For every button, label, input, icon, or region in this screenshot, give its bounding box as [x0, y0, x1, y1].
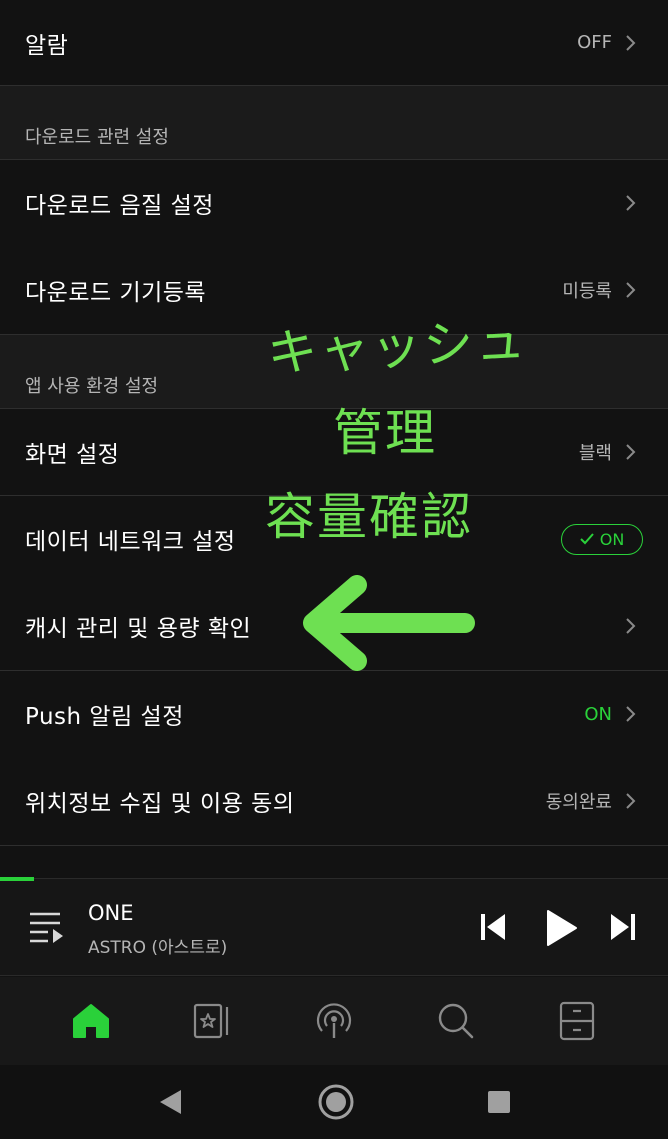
- download-device-value: 미등록: [562, 281, 612, 302]
- section-download: 다운로드 관련 설정: [0, 85, 668, 159]
- section-app-env: 앱 사용 환경 설정: [0, 334, 668, 408]
- nav-podcast[interactable]: [309, 996, 359, 1046]
- push-label: Push 알림 설정: [25, 704, 184, 730]
- push-row[interactable]: Push 알림 설정 ON: [0, 671, 668, 757]
- chevron-right-icon: [626, 618, 636, 634]
- storage-box-icon: [560, 1001, 595, 1041]
- bottom-nav: [0, 977, 668, 1065]
- chevron-right-icon: [626, 444, 636, 460]
- skip-next-icon[interactable]: [608, 907, 638, 947]
- toggle-state: ON: [599, 529, 625, 549]
- section-app-env-label: 앱 사용 환경 설정: [25, 376, 159, 397]
- nav-home[interactable]: [66, 996, 116, 1046]
- playlist-icon[interactable]: [28, 909, 66, 945]
- music-library-icon: [194, 1003, 229, 1039]
- screen-setting-value: 블랙: [578, 443, 612, 464]
- mini-player[interactable]: ONE ASTRO (아스트로): [0, 877, 668, 976]
- location-label: 위치정보 수집 및 이용 동의: [25, 791, 295, 817]
- home-circle-icon[interactable]: [317, 1083, 355, 1121]
- alarm-row[interactable]: 알람 OFF: [0, 0, 668, 85]
- location-value: 동의완료: [545, 792, 612, 813]
- system-nav-bar: [0, 1065, 668, 1139]
- chevron-right-icon: [626, 282, 636, 298]
- track-artist: ASTRO (아스트로): [88, 938, 228, 958]
- chevron-right-icon: [626, 793, 636, 809]
- download-device-label: 다운로드 기기등록: [25, 280, 207, 306]
- home-icon: [72, 1004, 109, 1038]
- nav-storage[interactable]: [552, 996, 602, 1046]
- chevron-right-icon: [626, 195, 636, 211]
- check-icon: [580, 533, 594, 545]
- download-device-row[interactable]: 다운로드 기기등록 미등록: [0, 246, 668, 334]
- recents-icon[interactable]: [486, 1089, 512, 1115]
- chevron-right-icon: [626, 706, 636, 722]
- nav-library[interactable]: [187, 996, 237, 1046]
- track-title: ONE: [88, 901, 134, 925]
- location-row[interactable]: 위치정보 수집 및 이용 동의 동의완료: [0, 757, 668, 845]
- search-icon: [438, 1003, 473, 1039]
- podcast-icon: [316, 1003, 352, 1038]
- hidden-row: [0, 846, 668, 878]
- alarm-label: 알람: [25, 32, 69, 59]
- push-value: ON: [584, 703, 612, 725]
- cache-label: 캐시 관리 및 용량 확인: [25, 616, 252, 642]
- cache-row[interactable]: 캐시 관리 및 용량 확인: [0, 582, 668, 670]
- skip-previous-icon[interactable]: [478, 907, 508, 947]
- play-icon[interactable]: [542, 907, 580, 949]
- data-network-toggle[interactable]: ON: [561, 523, 643, 555]
- alarm-value: OFF: [577, 32, 612, 53]
- data-network-row: 데이터 네트워크 설정 ON: [0, 496, 668, 582]
- playback-progress: [0, 877, 34, 881]
- back-icon[interactable]: [156, 1087, 186, 1117]
- download-quality-label: 다운로드 음질 설정: [25, 193, 214, 219]
- chevron-right-icon: [626, 34, 636, 51]
- nav-search[interactable]: [431, 996, 481, 1046]
- screen-setting-row[interactable]: 화면 설정 블랙: [0, 409, 668, 495]
- screen-setting-label: 화면 설정: [25, 442, 120, 468]
- section-download-label: 다운로드 관련 설정: [25, 127, 169, 148]
- download-quality-row[interactable]: 다운로드 음질 설정: [0, 160, 668, 246]
- data-network-label: 데이터 네트워크 설정: [25, 529, 236, 555]
